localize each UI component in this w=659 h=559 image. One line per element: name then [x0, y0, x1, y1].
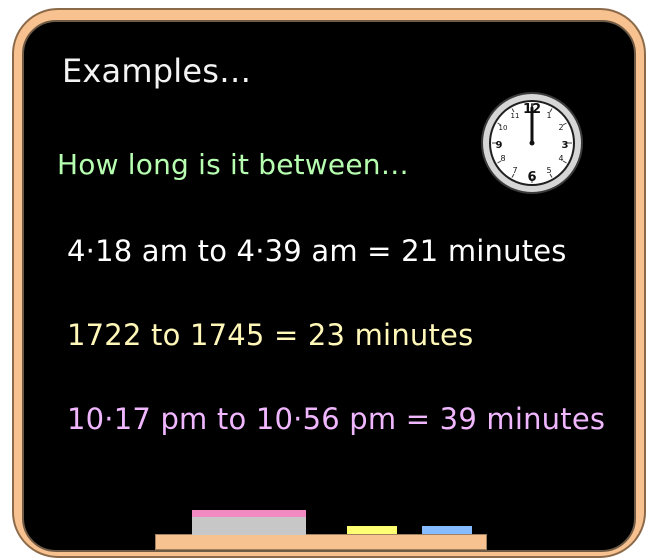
- clock-number-10: 10: [499, 124, 508, 132]
- eraser-pad-icon: [192, 510, 306, 517]
- eraser-icon: [192, 517, 306, 535]
- blue-chalk-icon: [422, 526, 472, 534]
- example-line-2: 1722 to 1745 = 23 minutes: [67, 318, 474, 352]
- yellow-chalk-icon: [347, 526, 397, 534]
- clock-number-3: 3: [562, 140, 569, 151]
- clock-number-4: 4: [558, 154, 563, 163]
- clock-number-8: 8: [500, 154, 505, 163]
- clock-number-2: 2: [558, 123, 563, 132]
- board-question: How long is it between…: [57, 148, 409, 181]
- clock-number-9: 9: [496, 140, 503, 151]
- clock-number-1: 1: [546, 111, 551, 120]
- clock-number-6: 6: [527, 170, 536, 185]
- board-title: Examples…: [62, 52, 252, 90]
- clock-icon: 12 1 2 3 4 5 6 7 8 9 10 11: [481, 92, 583, 194]
- clock-number-11: 11: [511, 112, 520, 120]
- clock-number-7: 7: [512, 166, 517, 175]
- example-line-3: 10·17 pm to 10·56 pm = 39 minutes: [67, 402, 606, 436]
- chalk-tray: [155, 534, 487, 550]
- example-line-1: 4·18 am to 4·39 am = 21 minutes: [67, 234, 567, 268]
- clock-number-5: 5: [546, 166, 551, 175]
